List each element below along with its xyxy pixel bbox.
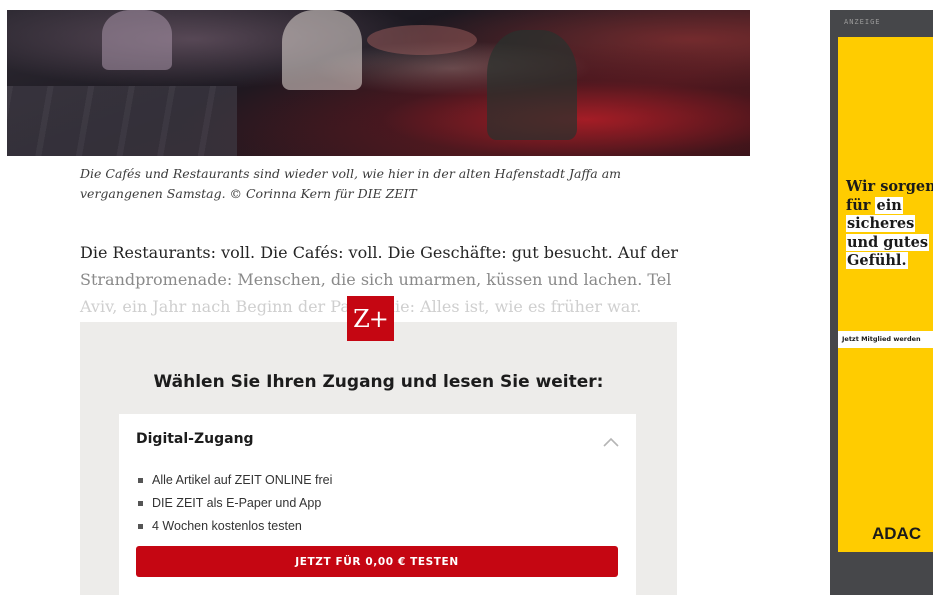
- offer-title: Digital-Zugang: [136, 431, 254, 447]
- bullet-icon: [138, 478, 143, 483]
- caption-line-1: Die Cafés und Restaurants sind wieder vo…: [80, 166, 622, 181]
- hero-photo: [7, 10, 750, 156]
- photo-caption: Die Cafés und Restaurants sind wieder vo…: [80, 164, 680, 204]
- ad-label: ANZEIGE: [844, 18, 881, 26]
- adac-logo: ADAC: [872, 524, 922, 543]
- test-now-button[interactable]: JETZT FÜR 0,00 € TESTEN: [136, 546, 618, 577]
- ad-join-button[interactable]: Jetzt Mitglied werden: [838, 331, 933, 348]
- body-line-2: Strandpromenade: Menschen, die sich umar…: [80, 270, 672, 289]
- ad-headline: Wir sorgen für ein sicheres und gutes Ge…: [846, 178, 933, 269]
- advertisement[interactable]: ANZEIGE Wir sorgen für ein sicheres und …: [830, 10, 933, 595]
- photo-pavement: [7, 86, 237, 156]
- photo-person-1: [102, 10, 172, 70]
- chevron-up-icon[interactable]: [602, 434, 620, 452]
- offer-feature-list: Alle Artikel auf ZEIT ONLINE frei DIE ZE…: [138, 469, 332, 538]
- list-item: Alle Artikel auf ZEIT ONLINE frei: [138, 469, 332, 492]
- offer-card-digital[interactable]: Digital-Zugang Alle Artikel auf ZEIT ONL…: [119, 414, 636, 595]
- ad-banner[interactable]: Wir sorgen für ein sicheres und gutes Ge…: [838, 37, 933, 552]
- list-item: DIE ZEIT als E-Paper und App: [138, 492, 332, 515]
- zplus-badge: Z+: [347, 296, 394, 341]
- photo-person-2: [282, 10, 362, 90]
- paywall-title: Wählen Sie Ihren Zugang und lesen Sie we…: [153, 372, 604, 392]
- list-item: 4 Wochen kostenlos testen: [138, 515, 332, 538]
- photo-table: [367, 25, 477, 55]
- body-line-1: Die Restaurants: voll. Die Cafés: voll. …: [80, 243, 679, 262]
- bullet-icon: [138, 524, 143, 529]
- caption-line-2: vergangenen Samstag. © Corinna Kern für …: [80, 186, 417, 201]
- bullet-icon: [138, 501, 143, 506]
- photo-person-3: [487, 30, 577, 140]
- paywall-panel: Wählen Sie Ihren Zugang und lesen Sie we…: [80, 322, 677, 595]
